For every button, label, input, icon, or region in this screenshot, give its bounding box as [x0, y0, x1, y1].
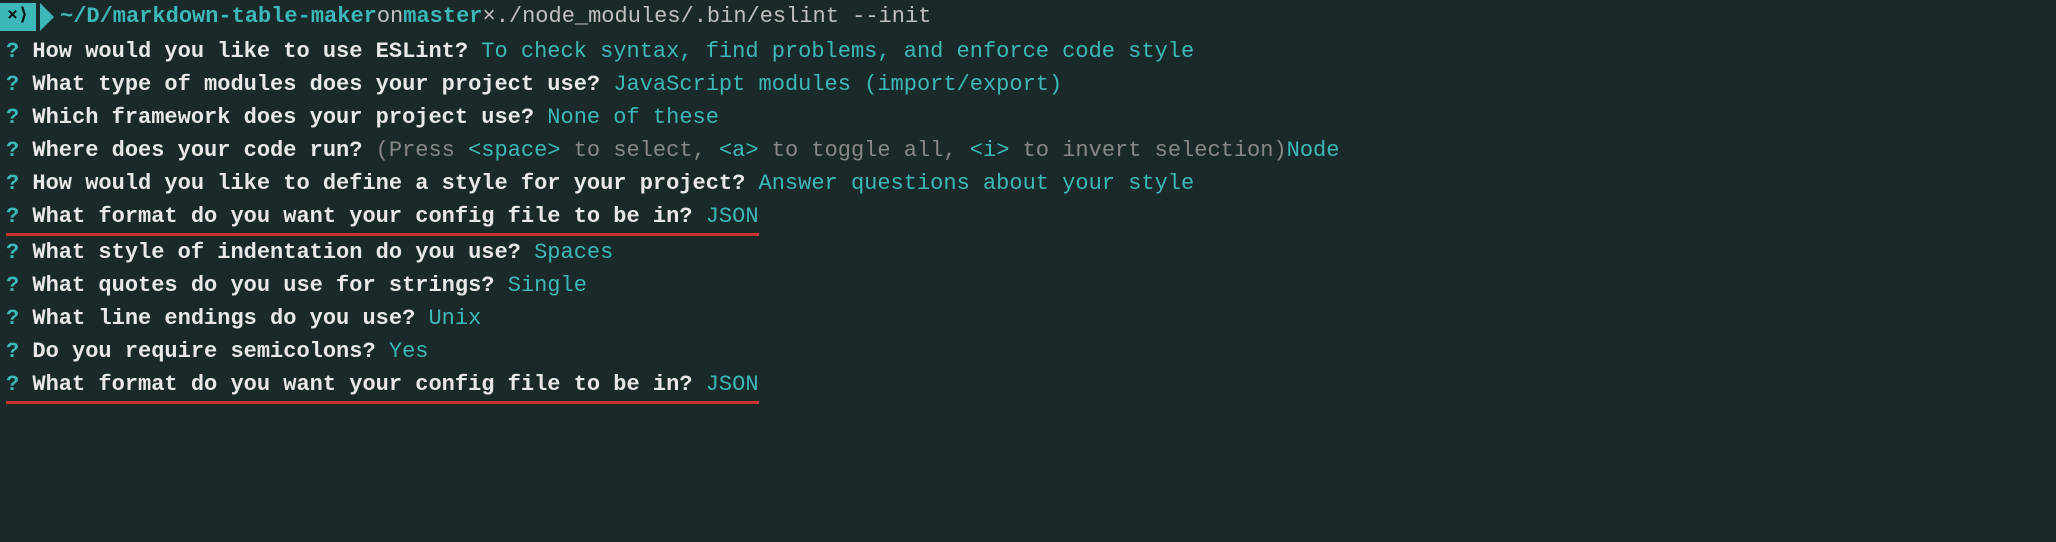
question-text: Where does your code run?: [19, 138, 375, 163]
highlighted-line: ? What format do you want your config fi…: [6, 368, 759, 404]
question-text: Do you require semicolons?: [19, 339, 389, 364]
answer-text: Spaces: [534, 240, 613, 265]
question-text: What format do you want your config file…: [19, 372, 706, 397]
qa-line: ? How would you like to use ESLint? To c…: [0, 35, 2056, 68]
question-mark-icon: ?: [6, 339, 19, 364]
answer-text: None of these: [547, 105, 719, 130]
answer-text: JSON: [706, 372, 759, 397]
question-text: What line endings do you use?: [19, 306, 428, 331]
question-text: What style of indentation do you use?: [19, 240, 534, 265]
answer-text: To check syntax, find problems, and enfo…: [481, 39, 1194, 64]
prompt-line: ⨯⟩ ~/D/markdown-table-maker on master × …: [0, 0, 2056, 33]
qa-line: ? What type of modules does your project…: [0, 68, 2056, 101]
question-mark-icon: ?: [6, 105, 19, 130]
qa-output: ? How would you like to use ESLint? To c…: [0, 35, 2056, 404]
hint-text: to select,: [561, 138, 719, 163]
current-path: ~/D/markdown-table-maker: [60, 0, 377, 33]
answer-text: Answer questions about your style: [759, 171, 1195, 196]
question-mark-icon: ?: [6, 171, 19, 196]
question-mark-icon: ?: [6, 273, 19, 298]
command-text[interactable]: ./node_modules/.bin/eslint --init: [496, 0, 932, 33]
hint-text: (Press: [376, 138, 468, 163]
question-text: What type of modules does your project u…: [19, 72, 613, 97]
qa-line: ? Do you require semicolons? Yes: [0, 335, 2056, 368]
key-a: <a>: [719, 138, 759, 163]
key-i: <i>: [970, 138, 1010, 163]
question-text: What quotes do you use for strings?: [19, 273, 507, 298]
hint-text: to toggle all,: [759, 138, 970, 163]
question-text: Which framework does your project use?: [19, 105, 547, 130]
question-mark-icon: ?: [6, 240, 19, 265]
qa-line: ? How would you like to define a style f…: [0, 167, 2056, 200]
question-text: What format do you want your config file…: [19, 204, 706, 229]
prompt-arrow-icon: [40, 3, 54, 31]
qa-line: ? What quotes do you use for strings? Si…: [0, 269, 2056, 302]
answer-text: Yes: [389, 339, 429, 364]
answer-text: Node: [1287, 138, 1340, 163]
qa-line: ? What style of indentation do you use? …: [0, 236, 2056, 269]
key-space: <space>: [468, 138, 560, 163]
qa-line: ? What format do you want your config fi…: [0, 368, 2056, 404]
answer-text: Single: [508, 273, 587, 298]
answer-text: Unix: [428, 306, 481, 331]
question-mark-icon: ?: [6, 372, 19, 397]
question-mark-icon: ?: [6, 204, 19, 229]
question-mark-icon: ?: [6, 72, 19, 97]
qa-line: ? What format do you want your config fi…: [0, 200, 2056, 236]
question-mark-icon: ?: [6, 39, 19, 64]
answer-text: JSON: [706, 204, 759, 229]
git-dirty-mark: ×: [482, 0, 495, 33]
qa-line: ? What line endings do you use? Unix: [0, 302, 2056, 335]
question-mark-icon: ?: [6, 138, 19, 163]
question-text: How would you like to use ESLint?: [19, 39, 481, 64]
terminal-window: ⨯⟩ ~/D/markdown-table-maker on master × …: [0, 0, 2056, 404]
qa-line: ? Where does your code run? (Press <spac…: [0, 134, 2056, 167]
shell-icon: ⨯⟩: [0, 3, 36, 31]
git-branch: master: [403, 0, 482, 33]
question-text: How would you like to define a style for…: [19, 171, 758, 196]
hint-text: to invert selection): [1009, 138, 1286, 163]
qa-line: ? Which framework does your project use?…: [0, 101, 2056, 134]
on-separator: on: [377, 0, 403, 33]
highlighted-line: ? What format do you want your config fi…: [6, 200, 759, 236]
question-mark-icon: ?: [6, 306, 19, 331]
answer-text: JavaScript modules (import/export): [613, 72, 1062, 97]
